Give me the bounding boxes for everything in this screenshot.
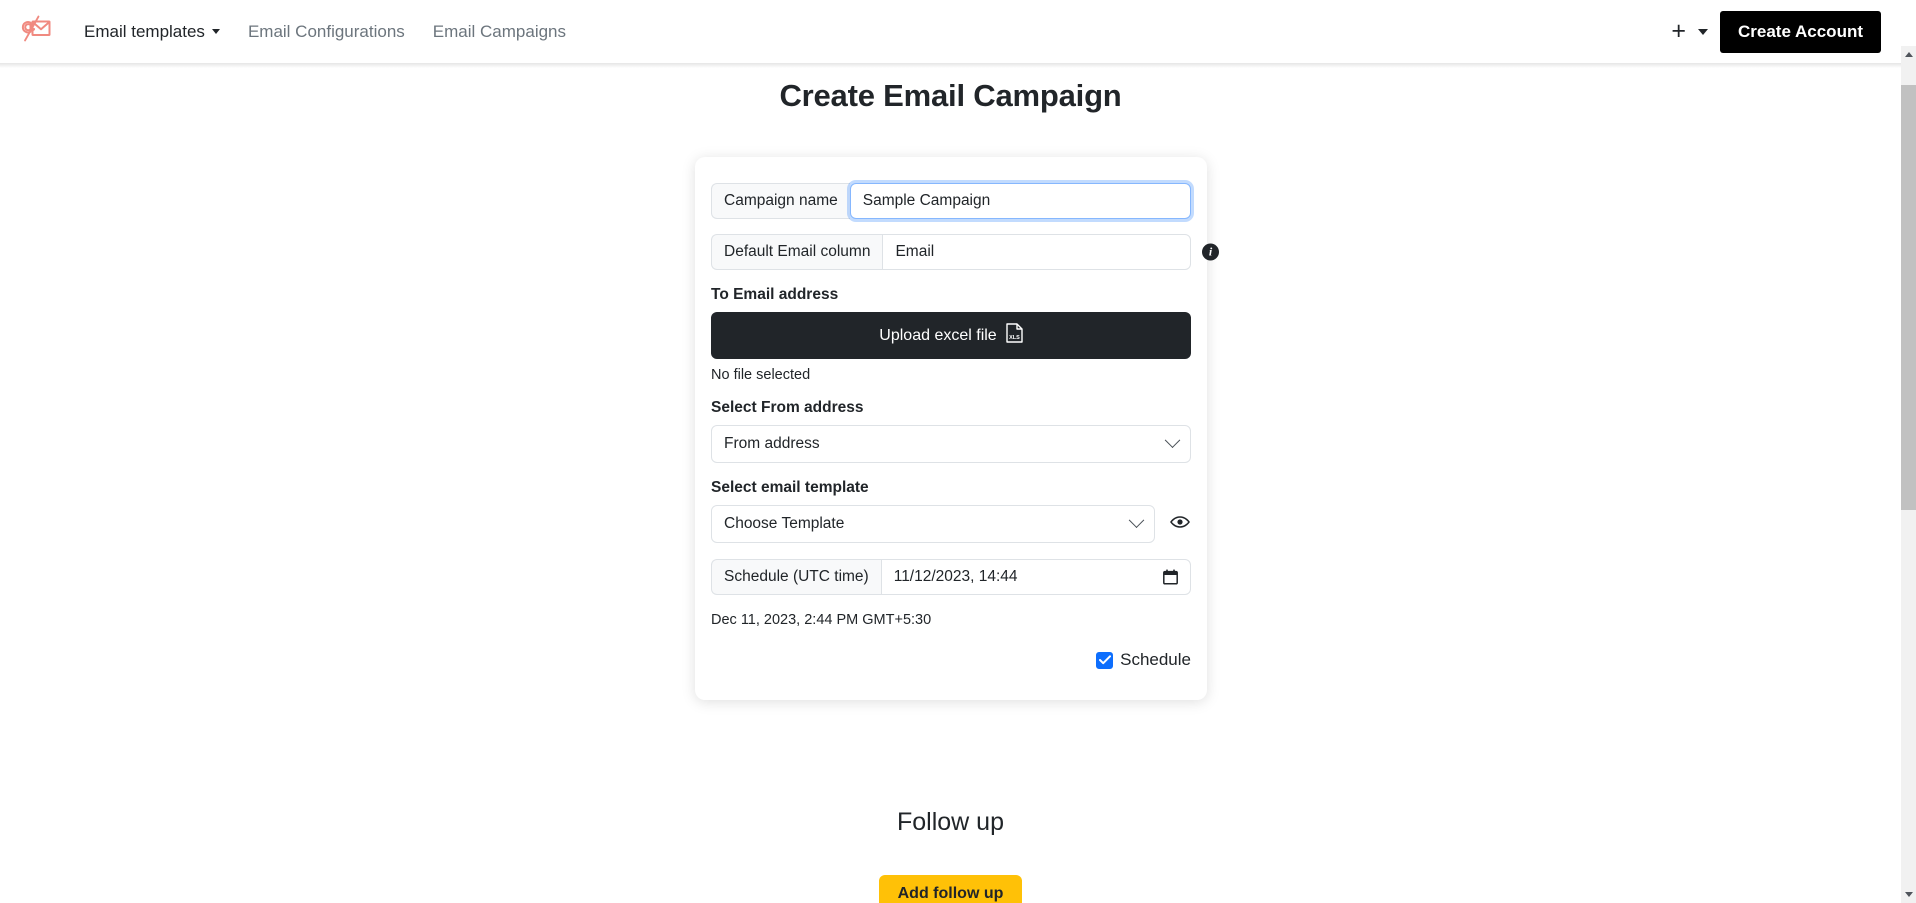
page-title: Create Email Campaign [0, 63, 1901, 114]
nav-item-label: Email Configurations [248, 22, 405, 42]
file-status-text: No file selected [711, 367, 1191, 383]
email-template-label: Select email template [711, 479, 1191, 497]
nav-item-email-configurations[interactable]: Email Configurations [234, 16, 419, 48]
chevron-down-icon [1905, 892, 1913, 897]
nav-item-email-campaigns[interactable]: Email Campaigns [419, 16, 580, 48]
xls-file-icon: XLS [1006, 323, 1023, 348]
schedule-datetime-group: Schedule (UTC time) 11/12/2023, 14:44 [711, 559, 1191, 595]
navbar-right: + Create Account [1661, 11, 1881, 53]
vertical-scrollbar[interactable] [1901, 0, 1916, 903]
schedule-datetime-value: 11/12/2023, 14:44 [894, 568, 1018, 586]
chevron-down-icon [1698, 29, 1708, 35]
upload-button-label: Upload excel file [879, 327, 996, 345]
schedule-checkbox-row: Schedule [711, 650, 1191, 670]
user-menu-toggle[interactable] [1696, 29, 1720, 35]
scrollbar-track-top [1901, 0, 1916, 46]
schedule-checkbox-label: Schedule [1120, 650, 1191, 670]
chevron-up-icon [1905, 52, 1913, 57]
default-email-column-input[interactable] [882, 234, 1191, 270]
nav-links: Email templates Email Configurations Ema… [70, 16, 580, 48]
chevron-down-icon [1165, 432, 1181, 448]
from-address-label: Select From address [711, 399, 1191, 417]
add-followup-button[interactable]: Add follow up [879, 875, 1023, 903]
info-icon[interactable]: i [1202, 244, 1219, 261]
from-address-selected-value: From address [724, 435, 820, 453]
scrollbar-down-button[interactable] [1901, 886, 1916, 903]
scrollbar-up-button[interactable] [1901, 46, 1916, 63]
chevron-down-icon [1129, 512, 1145, 528]
add-followup-wrap: Add follow up [0, 875, 1901, 903]
to-email-address-label: To Email address [711, 286, 1191, 304]
default-email-column-label: Default Email column [711, 234, 882, 270]
timezone-note: Dec 11, 2023, 2:44 PM GMT+5:30 [711, 612, 1191, 628]
svg-text:XLS: XLS [1009, 335, 1020, 341]
schedule-datetime-label: Schedule (UTC time) [711, 559, 881, 595]
page-content: Create Email Campaign Campaign name Defa… [0, 63, 1901, 903]
campaign-form-card: Campaign name Default Email column i To … [695, 157, 1207, 700]
scrollbar-thumb[interactable] [1901, 85, 1916, 510]
upload-excel-file-button[interactable]: Upload excel file XLS [711, 312, 1191, 359]
schedule-checkbox[interactable] [1096, 652, 1113, 669]
eye-icon [1170, 515, 1190, 534]
navbar: Email templates Email Configurations Ema… [0, 0, 1901, 63]
preview-template-button[interactable] [1169, 513, 1191, 535]
brand-logo[interactable] [14, 14, 56, 50]
followup-title: Follow up [0, 808, 1901, 837]
campaign-name-group: Campaign name [711, 183, 1191, 219]
from-address-select[interactable]: From address [711, 425, 1191, 463]
calendar-icon[interactable] [1163, 569, 1178, 585]
nav-item-label: Email templates [84, 22, 205, 42]
at-envelope-logo-icon [17, 14, 53, 49]
campaign-name-label: Campaign name [711, 183, 850, 219]
default-email-column-group: Default Email column i [711, 234, 1191, 270]
chevron-down-icon [212, 29, 220, 34]
email-template-select[interactable]: Choose Template [711, 505, 1155, 543]
campaign-name-input[interactable] [850, 183, 1191, 219]
add-plus-icon[interactable]: + [1661, 19, 1696, 44]
schedule-datetime-input[interactable]: 11/12/2023, 14:44 [881, 559, 1191, 595]
email-template-row: Choose Template [711, 505, 1191, 543]
nav-item-label: Email Campaigns [433, 22, 566, 42]
navbar-shadow [0, 63, 1901, 68]
create-account-button[interactable]: Create Account [1720, 11, 1881, 53]
email-template-selected-value: Choose Template [724, 515, 844, 533]
nav-item-email-templates[interactable]: Email templates [70, 16, 234, 48]
